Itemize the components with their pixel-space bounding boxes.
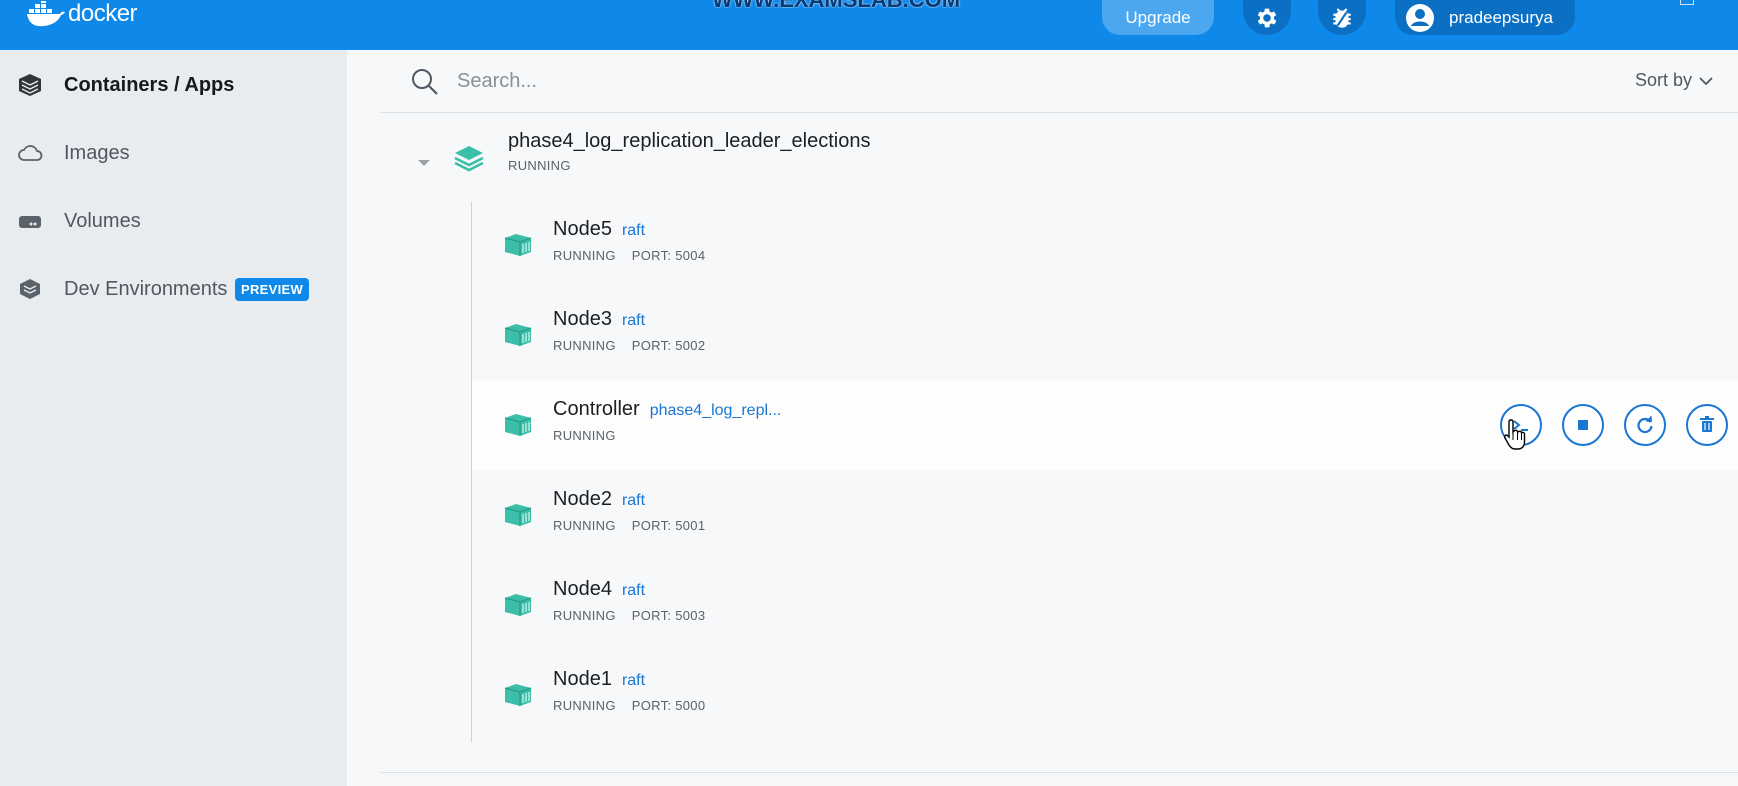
container-image-link[interactable]: raft <box>622 672 645 689</box>
container-port: PORT: 5002 <box>631 338 706 353</box>
account-button[interactable]: pradeepsurya <box>1395 0 1575 35</box>
cloud-icon <box>18 145 43 161</box>
sidebar-item-label: Volumes <box>64 209 141 232</box>
container-name: Node2 raft <box>553 488 645 511</box>
restart-button[interactable] <box>1624 404 1666 446</box>
container-name-text: Node4 <box>553 578 612 600</box>
container-meta: RUNNING PORT: 5001 <box>553 518 705 533</box>
container-meta: RUNNING PORT: 5003 <box>553 608 705 623</box>
compose-stack-icon <box>454 146 484 172</box>
container-status: RUNNING <box>553 338 616 353</box>
container-row[interactable]: Node3 raft RUNNING PORT: 5002 <box>472 290 1738 380</box>
bottom-divider <box>381 772 1738 773</box>
bug-icon <box>1333 7 1351 28</box>
settings-icon <box>1257 8 1277 27</box>
container-image-link[interactable]: raft <box>622 222 645 239</box>
container-icon <box>504 414 532 436</box>
container-meta: RUNNING PORT: 5002 <box>553 338 705 353</box>
volume-icon <box>19 216 41 228</box>
account-icon <box>1406 3 1434 32</box>
upgrade-button[interactable]: Upgrade <box>1102 0 1214 35</box>
container-icon <box>504 594 532 616</box>
container-row[interactable]: Node5 raft RUNNING PORT: 5004 <box>472 200 1738 290</box>
docker-logo: docker <box>26 0 138 28</box>
container-icon <box>504 324 532 346</box>
containers-icon <box>19 74 41 96</box>
sidebar-item-volumes[interactable]: Volumes <box>0 197 347 245</box>
app-name: phase4_log_replication_leader_elections <box>508 130 871 152</box>
container-status: RUNNING <box>553 698 616 713</box>
restart-icon <box>1637 415 1653 434</box>
container-status: RUNNING <box>553 608 616 623</box>
container-meta: RUNNING <box>553 428 616 443</box>
app-row[interactable]: phase4_log_replication_leader_elections … <box>381 124 1738 210</box>
container-name-text: Node1 <box>553 668 612 690</box>
preview-badge: PREVIEW <box>235 277 310 301</box>
top-bar: docker WWW.EXAMSLAB.COM Upgrade pradeeps… <box>0 0 1738 50</box>
troubleshoot-button[interactable] <box>1318 0 1366 35</box>
sort-by-dropdown[interactable]: Sort by <box>1635 70 1714 91</box>
container-name: Node1 raft <box>553 668 645 691</box>
sort-by-label: Sort by <box>1634 70 1692 90</box>
search-icon <box>412 69 438 95</box>
container-port: PORT: 5004 <box>631 248 706 263</box>
sidebar-item-images[interactable]: Images <box>0 129 347 177</box>
app-status: RUNNING <box>508 158 571 173</box>
settings-button[interactable] <box>1243 0 1291 35</box>
delete-icon <box>1700 416 1714 432</box>
chevron-down-icon <box>1699 76 1713 85</box>
stop-button[interactable] <box>1562 404 1604 446</box>
sidebar: Containers / Apps Images Volumes Dev Env… <box>0 50 347 786</box>
sidebar-item-label: Containers / Apps <box>64 73 235 96</box>
stop-icon <box>1578 420 1588 430</box>
username: pradeepsurya <box>1449 7 1553 27</box>
container-icon <box>504 234 532 256</box>
collapse-caret-icon[interactable] <box>415 154 433 172</box>
container-name-text: Node2 <box>553 488 612 510</box>
logo-text: docker <box>68 0 138 27</box>
container-status: RUNNING <box>553 518 616 533</box>
delete-button[interactable] <box>1686 404 1728 446</box>
main-panel: Sort by phase4_log_replication_leader_el… <box>347 50 1738 786</box>
container-meta: RUNNING PORT: 5000 <box>553 698 705 713</box>
sidebar-item-label: Dev Environments <box>64 277 228 300</box>
watermark: WWW.EXAMSLAB.COM <box>712 0 1052 8</box>
container-name-text: Node5 <box>553 218 612 240</box>
container-name: Node5 raft <box>553 218 645 241</box>
container-name-text: Node3 <box>553 308 612 330</box>
container-row[interactable]: Node4 raft RUNNING PORT: 5003 <box>472 560 1738 650</box>
container-row[interactable]: Node2 raft RUNNING PORT: 5001 <box>472 470 1738 560</box>
container-port: PORT: 5003 <box>631 608 706 623</box>
container-name: Node4 raft <box>553 578 645 601</box>
container-row[interactable]: Node1 raft RUNNING PORT: 5000 <box>472 650 1738 740</box>
search-bar: Sort by <box>381 50 1738 113</box>
container-name-text: Controller <box>553 398 640 420</box>
search-input[interactable] <box>457 63 1357 99</box>
container-port: PORT: 5001 <box>631 518 706 533</box>
sidebar-item-label: Images <box>64 141 130 164</box>
container-status: RUNNING <box>553 428 616 443</box>
sidebar-item-dev-environments[interactable]: Dev Environments PREVIEW <box>0 265 347 313</box>
container-image-link[interactable]: phase4_log_repl... <box>650 402 782 419</box>
container-image-link[interactable]: raft <box>622 492 645 509</box>
container-name: Node3 raft <box>553 308 645 331</box>
container-name: Controller phase4_log_repl... <box>553 398 781 421</box>
container-port: PORT: 5000 <box>631 698 706 713</box>
container-image-link[interactable]: raft <box>622 312 645 329</box>
container-icon <box>504 504 532 526</box>
container-row-controller[interactable]: Controller phase4_log_repl... RUNNING <box>472 380 1738 470</box>
whale-icon <box>27 1 65 27</box>
dev-env-icon <box>20 279 40 299</box>
row-actions <box>1500 404 1728 446</box>
hand-cursor-icon <box>1504 419 1526 450</box>
window-control[interactable] <box>1680 0 1694 5</box>
container-meta: RUNNING PORT: 5004 <box>553 248 705 263</box>
container-status: RUNNING <box>553 248 616 263</box>
container-icon <box>504 684 532 706</box>
container-image-link[interactable]: raft <box>622 582 645 599</box>
sidebar-item-containers[interactable]: Containers / Apps <box>0 61 347 109</box>
